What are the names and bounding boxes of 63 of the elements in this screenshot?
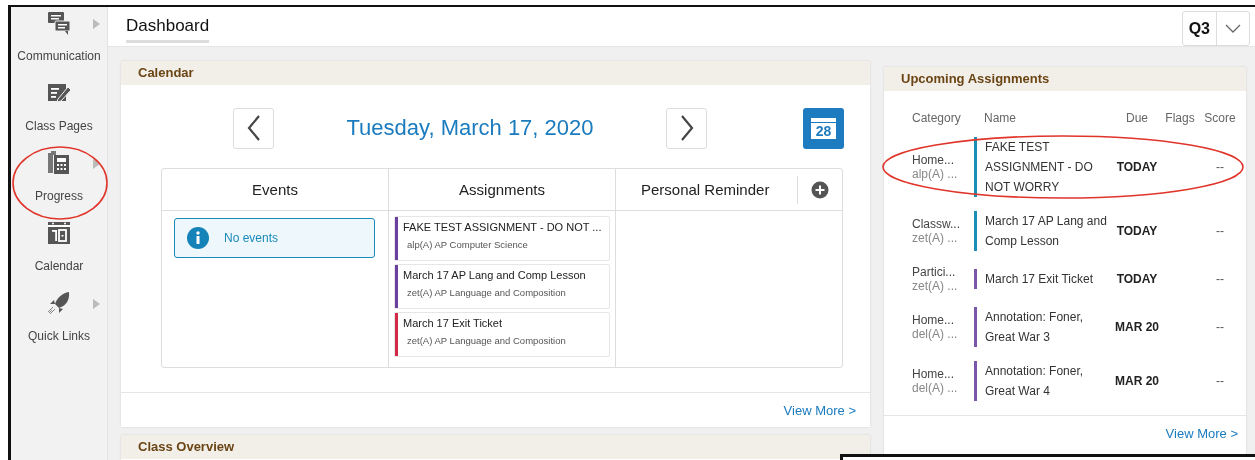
chevron-left-icon — [246, 115, 261, 141]
assignment-link[interactable]: FAKE TEST ASSIGNMENT - DO NOT WORRY — [985, 137, 1113, 197]
assignment-link[interactable]: March 17 Exit Ticket — [985, 269, 1113, 289]
sidebar-item[interactable]: Class Pages — [10, 81, 108, 151]
sidebar-item[interactable]: Quick Links — [10, 291, 108, 361]
calculator-icon — [47, 151, 71, 175]
table-cell-text: del(A) ... — [912, 381, 959, 395]
table-cell-text: del(A) ... — [912, 327, 959, 341]
term-selector[interactable]: Q3 — [1181, 11, 1250, 46]
table-cell-text: Home... — [912, 367, 955, 381]
date-heading: Tuesday, March 17, 2020 — [345, 115, 595, 141]
caret-icon — [1225, 24, 1241, 33]
table-cell-text: -- — [1215, 374, 1225, 388]
table-cell-text: MAR 20 — [1114, 373, 1160, 390]
table-cell-text: Classw... — [912, 217, 961, 231]
panel-title: Calendar — [121, 61, 870, 85]
table-cell-text: -- — [1215, 224, 1225, 238]
table-cell-text: TODAY — [1115, 271, 1159, 288]
table-cell-text: alp(A) ... — [912, 167, 959, 181]
next-button[interactable] — [666, 107, 707, 149]
column-header: Score — [1203, 111, 1237, 125]
panel-title: Class Overview — [121, 435, 870, 459]
info-icon — [187, 227, 209, 249]
column-header: Due — [1125, 111, 1149, 125]
sidebar-item[interactable]: Calendar — [10, 221, 108, 291]
assignment-card[interactable]: March 17 Exit Ticket zet(A) AP Language and Composition — [394, 312, 610, 357]
add-icon — [811, 180, 829, 199]
chat-icon — [47, 11, 71, 35]
view-more-link[interactable]: View More > — [1165, 425, 1238, 441]
info-notice: No events — [174, 218, 375, 258]
table-cell-text: TODAY — [1115, 159, 1159, 176]
table-cell-text: -- — [1215, 272, 1225, 286]
panel-title: Upcoming Assignments — [884, 67, 1246, 91]
assignment-link[interactable]: Annotation: Foner, Great War 3 — [985, 307, 1113, 347]
assignment-link[interactable]: Annotation: Foner, Great War 4 — [985, 361, 1113, 401]
column-header: Category — [912, 111, 962, 125]
chevron-right-icon — [679, 115, 694, 141]
calendar-button[interactable]: 28 — [803, 107, 844, 149]
table-cell-text: Partici... — [912, 265, 957, 279]
previous-button[interactable] — [233, 107, 274, 149]
table-cell-text: TODAY — [1115, 223, 1159, 240]
table-cell-text: Home... — [912, 153, 955, 167]
column-header: Name — [983, 111, 1017, 125]
sidebar-item[interactable]: Progress — [10, 151, 108, 221]
assignment-card[interactable]: FAKE TEST ASSIGNMENT - DO NOT ... alp(A) AP Computer Science — [394, 216, 610, 261]
calendar-icon — [47, 221, 71, 245]
table-cell-text: MAR 20 — [1114, 319, 1160, 336]
table-cell-text: -- — [1215, 160, 1225, 174]
view-more-link[interactable]: View More > — [783, 402, 856, 418]
rocket-icon — [47, 291, 71, 315]
table-cell-text: zet(A) ... — [912, 231, 959, 245]
assignment-link[interactable]: March 17 AP Lang and Comp Lesson — [985, 211, 1113, 251]
column-header: Flags — [1164, 111, 1196, 125]
column-header: Assignments — [459, 181, 545, 198]
page-title[interactable]: Dashboard — [126, 16, 210, 43]
table-cell-text: -- — [1215, 320, 1225, 334]
assignment-card[interactable]: March 17 AP Lang and Comp Lesson zet(A) AP Language and Composition — [394, 264, 610, 309]
table-cell-text: Home... — [912, 313, 955, 327]
table-cell-text: zet(A) ... — [912, 279, 959, 293]
column-header: Personal Reminder — [641, 181, 770, 198]
edit-icon — [47, 81, 71, 105]
column-header: Events — [252, 181, 298, 198]
sidebar-item[interactable]: Communication — [10, 11, 108, 81]
